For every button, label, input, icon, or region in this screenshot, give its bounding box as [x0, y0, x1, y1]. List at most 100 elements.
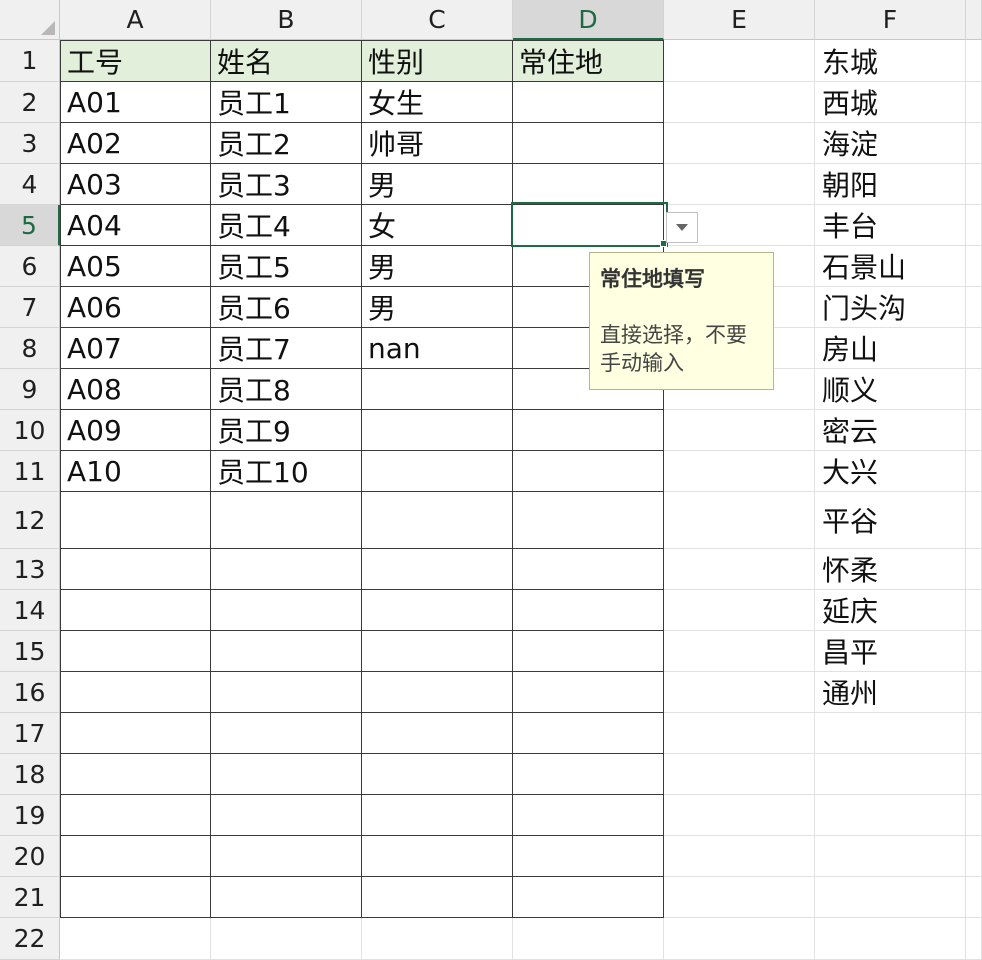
cell[interactable]	[513, 918, 664, 960]
cell[interactable]	[211, 492, 362, 549]
cell[interactable]	[513, 492, 664, 549]
row-header-16[interactable]: 16	[0, 672, 60, 713]
cell[interactable]	[211, 672, 362, 713]
cell[interactable]	[513, 795, 664, 836]
row-header-8[interactable]: 8	[0, 328, 60, 369]
cell[interactable]	[966, 795, 982, 836]
district-cell[interactable]: 门头沟	[815, 287, 966, 328]
cell[interactable]	[664, 549, 815, 590]
cell[interactable]	[966, 549, 982, 590]
cell[interactable]	[362, 549, 513, 590]
table-cell[interactable]: 员工4	[211, 205, 362, 246]
cell[interactable]	[664, 164, 815, 205]
cell[interactable]	[815, 754, 966, 795]
district-cell[interactable]: 怀柔	[815, 549, 966, 590]
row-header-4[interactable]: 4	[0, 164, 60, 205]
row-header-5[interactable]: 5	[0, 205, 60, 246]
table-cell[interactable]: 员工1	[211, 82, 362, 123]
cell[interactable]	[513, 713, 664, 754]
column-header-a[interactable]: A	[60, 0, 211, 40]
cell[interactable]	[211, 631, 362, 672]
cell[interactable]	[966, 631, 982, 672]
cell[interactable]	[966, 492, 982, 549]
cell[interactable]	[966, 713, 982, 754]
row-header-17[interactable]: 17	[0, 713, 60, 754]
table-cell[interactable]	[362, 451, 513, 492]
row-header-2[interactable]: 2	[0, 82, 60, 123]
cell[interactable]	[513, 754, 664, 795]
district-cell[interactable]: 延庆	[815, 590, 966, 631]
table-cell[interactable]: 员工8	[211, 369, 362, 410]
table-cell[interactable]: A07	[60, 328, 211, 369]
cell[interactable]	[211, 877, 362, 918]
active-cell-d5[interactable]	[511, 202, 668, 247]
cell[interactable]	[60, 754, 211, 795]
cell[interactable]	[60, 877, 211, 918]
cell[interactable]	[966, 836, 982, 877]
table-cell[interactable]: A09	[60, 410, 211, 451]
row-header-15[interactable]: 15	[0, 631, 60, 672]
column-header-b[interactable]: B	[211, 0, 362, 40]
cell[interactable]	[60, 631, 211, 672]
row-header-19[interactable]: 19	[0, 795, 60, 836]
district-cell[interactable]: 密云	[815, 410, 966, 451]
table-cell[interactable]: 男	[362, 164, 513, 205]
cell[interactable]	[513, 836, 664, 877]
row-header-6[interactable]: 6	[0, 246, 60, 287]
table-cell[interactable]: 男	[362, 287, 513, 328]
table-cell[interactable]: 男	[362, 246, 513, 287]
cell[interactable]	[815, 877, 966, 918]
cell[interactable]	[815, 713, 966, 754]
district-cell[interactable]: 平谷	[815, 492, 966, 549]
select-all-corner[interactable]	[0, 0, 60, 40]
column-header-c[interactable]: C	[362, 0, 513, 40]
header-cell[interactable]: 姓名	[211, 40, 362, 82]
district-cell[interactable]: 通州	[815, 672, 966, 713]
cell[interactable]	[815, 918, 966, 960]
table-cell[interactable]: 帅哥	[362, 123, 513, 164]
table-cell[interactable]	[513, 82, 664, 123]
table-cell[interactable]	[513, 451, 664, 492]
cell[interactable]	[966, 328, 982, 369]
cell[interactable]	[211, 836, 362, 877]
district-cell[interactable]: 昌平	[815, 631, 966, 672]
cell[interactable]	[815, 795, 966, 836]
cell[interactable]	[664, 713, 815, 754]
cell[interactable]	[966, 754, 982, 795]
cell[interactable]	[211, 918, 362, 960]
cell[interactable]	[362, 877, 513, 918]
table-cell[interactable]: 员工10	[211, 451, 362, 492]
cell[interactable]	[664, 40, 815, 82]
district-cell[interactable]: 东城	[815, 40, 966, 82]
column-header-d[interactable]: D	[513, 0, 664, 40]
table-cell[interactable]: 员工6	[211, 287, 362, 328]
district-cell[interactable]: 石景山	[815, 246, 966, 287]
cell[interactable]	[60, 713, 211, 754]
cell[interactable]	[664, 877, 815, 918]
cell[interactable]	[664, 918, 815, 960]
cell[interactable]	[60, 836, 211, 877]
cell[interactable]	[664, 82, 815, 123]
cell[interactable]	[362, 754, 513, 795]
dropdown-button[interactable]	[666, 212, 698, 243]
table-cell[interactable]: A04	[60, 205, 211, 246]
cell[interactable]	[513, 631, 664, 672]
header-cell[interactable]: 常住地	[513, 40, 664, 82]
district-cell[interactable]: 海淀	[815, 123, 966, 164]
cell[interactable]	[966, 40, 982, 82]
cell[interactable]	[362, 631, 513, 672]
cell[interactable]	[966, 369, 982, 410]
table-cell[interactable]: A03	[60, 164, 211, 205]
cell[interactable]	[211, 549, 362, 590]
cell[interactable]	[664, 836, 815, 877]
row-header-22[interactable]: 22	[0, 918, 60, 960]
cell[interactable]	[966, 877, 982, 918]
cell[interactable]	[362, 672, 513, 713]
cell[interactable]	[664, 123, 815, 164]
row-header-9[interactable]: 9	[0, 369, 60, 410]
cell[interactable]	[966, 164, 982, 205]
cell[interactable]	[513, 590, 664, 631]
cell[interactable]	[60, 492, 211, 549]
cell[interactable]	[60, 918, 211, 960]
row-header-3[interactable]: 3	[0, 123, 60, 164]
